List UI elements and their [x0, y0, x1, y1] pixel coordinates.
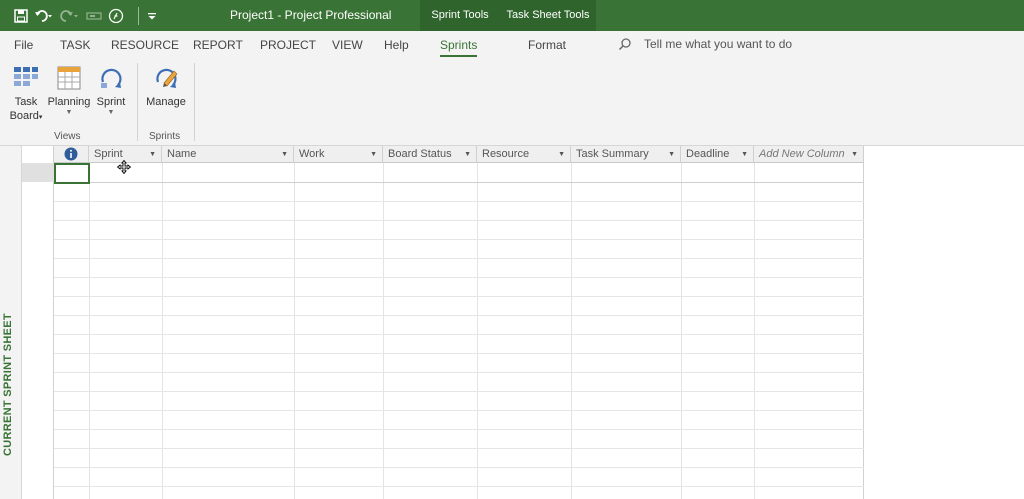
tab-resource[interactable]: RESOURCE	[111, 38, 179, 52]
manage-button[interactable]: Manage	[145, 65, 187, 109]
dropdown-arrow-icon[interactable]: ▼	[558, 146, 565, 163]
group-separator	[137, 63, 138, 141]
tab-project[interactable]: PROJECT	[260, 38, 316, 52]
sprint-icon	[101, 68, 122, 88]
tab-format[interactable]: Format	[528, 38, 566, 52]
col-header-work-label: Work	[299, 148, 325, 160]
planning-label: Planning	[47, 96, 91, 108]
task-board-button[interactable]: Task Board▾	[8, 65, 44, 125]
tab-task[interactable]: TASK	[60, 38, 90, 52]
grid-row-line	[54, 201, 864, 202]
manage-label: Manage	[146, 96, 186, 108]
grid-row-line	[54, 410, 864, 411]
manage-icon	[156, 68, 178, 88]
save-icon[interactable]	[14, 6, 28, 26]
grid-row-line	[54, 239, 864, 240]
grid-row-line	[54, 486, 864, 487]
timeline-icon[interactable]	[86, 6, 102, 26]
col-header-add-new-column[interactable]: Add New Column ▼	[754, 146, 864, 163]
grid-row-line	[54, 334, 864, 335]
col-header-resource[interactable]: Resource ▼	[477, 146, 571, 163]
selected-cell[interactable]	[54, 163, 90, 184]
grid-row-line	[54, 372, 864, 373]
ribbon-tabs: File TASK RESOURCE REPORT PROJECT VIEW H…	[0, 31, 1024, 59]
col-header-name-label: Name	[167, 148, 197, 160]
col-header-add-new-column-label: Add New Column	[759, 148, 845, 160]
grid-row-line	[54, 391, 864, 392]
info-icon	[64, 147, 78, 161]
grid-row-line	[54, 315, 864, 316]
planning-button[interactable]: Planning ▼	[46, 65, 92, 117]
window-title: Project1 - Project Professional	[230, 8, 392, 22]
planning-icon	[57, 66, 81, 90]
row-header-1[interactable]	[22, 163, 54, 182]
col-header-task-summary[interactable]: Task Summary ▼	[571, 146, 681, 163]
grid-row-line	[54, 448, 864, 449]
col-header-indicators[interactable]	[54, 146, 89, 163]
col-header-name[interactable]: Name ▼	[162, 146, 294, 163]
grid-row-line	[54, 429, 864, 430]
tell-me-text: Tell me what you want to do	[644, 37, 793, 51]
col-header-board-status[interactable]: Board Status ▼	[383, 146, 477, 163]
view-label: CURRENT SPRINT SHEET	[2, 313, 14, 456]
tab-report[interactable]: REPORT	[193, 38, 243, 52]
planning-dropdown-icon: ▼	[65, 109, 73, 116]
move-cursor-icon	[116, 159, 132, 177]
task-board-icon	[14, 67, 38, 86]
grid-row-line	[54, 277, 864, 278]
col-header-sprint-label: Sprint	[94, 148, 123, 160]
title-bar: Project1 - Project Professional Sprint T…	[0, 0, 1024, 31]
sprint-button[interactable]: Sprint ▼	[94, 65, 128, 117]
tell-me-box[interactable]: Tell me what you want to do	[618, 37, 792, 51]
dropdown-arrow-icon[interactable]: ▼	[741, 146, 748, 163]
customize-qat-icon[interactable]	[147, 6, 157, 26]
toolbar-divider	[138, 7, 139, 25]
dropdown-arrow-icon[interactable]: ▼	[668, 146, 675, 163]
grid-row-line	[54, 220, 864, 221]
grid-row-line	[54, 296, 864, 297]
group-label-views: Views	[54, 131, 81, 142]
tab-file[interactable]: File	[14, 38, 33, 52]
redo-icon[interactable]	[60, 6, 80, 26]
sprint-label: Sprint	[96, 96, 126, 108]
sprint-dropdown-icon: ▼	[107, 109, 115, 116]
dropdown-arrow-icon[interactable]: ▼	[464, 146, 471, 163]
ribbon-panel: Task Board▾ Planning ▼ Sprint ▼ Views Ma…	[0, 59, 1024, 146]
row-header-column	[22, 146, 54, 499]
col-header-task-summary-label: Task Summary	[576, 148, 649, 160]
sprint-sheet-grid[interactable]: Sprint ▼ Name ▼ Work ▼ Board Status ▼ Resour…	[54, 146, 864, 499]
group-label-sprints: Sprints	[149, 131, 181, 142]
tab-view[interactable]: VIEW	[332, 38, 363, 52]
col-header-resource-label: Resource	[482, 148, 530, 160]
dropdown-arrow-icon[interactable]: ▼	[851, 146, 858, 163]
undo-icon[interactable]	[34, 6, 54, 26]
col-header-work[interactable]: Work ▼	[294, 146, 383, 163]
dropdown-arrow-icon[interactable]: ▼	[281, 146, 288, 163]
group-separator	[194, 63, 195, 141]
context-tab-task-sheet-tools[interactable]: Task Sheet Tools	[500, 0, 596, 31]
context-tab-sprint-tools[interactable]: Sprint Tools	[420, 0, 500, 31]
grid-row-line	[54, 467, 864, 468]
tab-sprints[interactable]: Sprints	[440, 38, 478, 57]
col-header-deadline[interactable]: Deadline ▼	[681, 146, 754, 163]
grid-row-line	[54, 258, 864, 259]
task-board-label-2: Board	[9, 110, 39, 122]
dropdown-arrow-icon[interactable]: ▼	[149, 146, 156, 163]
tab-help[interactable]: Help	[384, 38, 409, 52]
search-icon	[618, 38, 631, 51]
grid-row-line	[54, 182, 864, 183]
quick-access-toolbar	[14, 6, 163, 26]
col-header-board-status-label: Board Status	[388, 148, 452, 160]
formula-icon[interactable]	[108, 6, 124, 26]
col-header-deadline-label: Deadline	[686, 148, 730, 160]
dropdown-arrow-icon[interactable]: ▼	[370, 146, 377, 163]
task-board-label-1: Task	[14, 96, 38, 108]
grid-row-line	[54, 353, 864, 354]
